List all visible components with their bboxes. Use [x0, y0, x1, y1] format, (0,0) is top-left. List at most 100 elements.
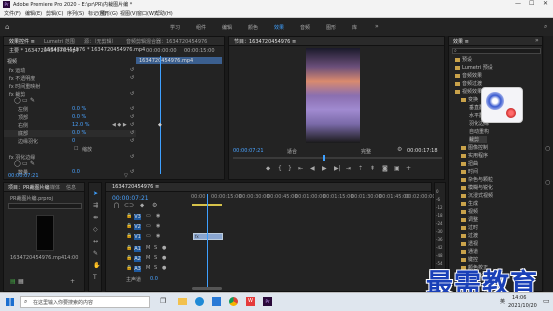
effects-item[interactable]: 透视 [461, 240, 478, 247]
effects-item[interactable]: 视频效果 [455, 88, 482, 95]
workspace-audio[interactable]: 音频 [300, 24, 310, 31]
track-label[interactable]: A1 [134, 246, 141, 252]
effects-item[interactable]: 调整 [461, 216, 478, 223]
effect-row-opacity[interactable]: fx 不透明度 ↺ [4, 75, 136, 82]
effects-item[interactable]: 通道 [461, 248, 478, 255]
solo-icon[interactable]: S [154, 245, 157, 251]
workspace-learn[interactable]: 学习 [170, 24, 180, 31]
new-item-icon[interactable]: + [70, 279, 75, 285]
mic-icon[interactable]: ● [162, 245, 166, 251]
lock-icon[interactable]: 🔒 [126, 245, 132, 251]
track-label[interactable]: V2 [134, 224, 141, 230]
ripple-edit-tool-icon[interactable]: ⇹ [93, 215, 98, 221]
program-timecode[interactable]: 00:00:07:21 [233, 148, 264, 154]
chrome-icon[interactable] [229, 297, 238, 306]
clock-time[interactable]: 14:06 [512, 295, 526, 301]
ec-playhead[interactable] [160, 56, 161, 174]
zoom-checkbox-icon[interactable]: ☐ [74, 146, 78, 152]
reset-icon[interactable]: ↺ [130, 130, 134, 136]
minimize-icon[interactable]: — [515, 0, 521, 7]
effect-row-crop-top[interactable]: 顶部 0.0 % ↺ [4, 114, 136, 121]
linked-selection-icon[interactable]: ⊂⊃ [124, 203, 134, 209]
add-button-icon[interactable]: + [406, 166, 411, 172]
row-value[interactable]: 0.0 % [72, 130, 86, 136]
circle-tool-icon[interactable]: ○ [545, 146, 550, 152]
step-forward-icon[interactable]: ▶| [334, 166, 341, 172]
filter-icon[interactable]: ▽ [124, 173, 128, 179]
more-workspaces-icon[interactable]: » [375, 23, 379, 30]
mute-icon[interactable]: M [146, 265, 150, 271]
type-tool-icon[interactable]: T [93, 275, 97, 281]
menu-edit[interactable]: 编辑(E) [25, 10, 42, 17]
workspace-graphics[interactable]: 图形 [326, 24, 336, 31]
eye-icon[interactable]: ◉ [156, 213, 160, 219]
row-value[interactable]: 12.0 % [72, 122, 89, 128]
media-name[interactable]: 1634720454976.mp4 [10, 255, 64, 261]
effects-item[interactable]: 预设 [455, 56, 472, 63]
effects-item[interactable]: 视频 [461, 208, 478, 215]
tab-lumetri-scopes[interactable]: Lumetri 范围 [44, 38, 75, 45]
effects-item-selected[interactable]: 裁剪 [469, 136, 488, 143]
reset-icon[interactable]: ↺ [130, 67, 134, 73]
media-thumbnail[interactable] [36, 215, 54, 251]
panel-menu-icon[interactable]: » [535, 38, 539, 44]
reset-icon[interactable]: ↺ [130, 91, 134, 97]
ellipse-mask-icon[interactable]: ◯ [14, 161, 21, 167]
mic-icon[interactable]: ● [162, 265, 166, 271]
reset-icon[interactable]: ↺ [130, 75, 134, 81]
ellipse-mask-icon[interactable]: ◯ [14, 98, 21, 104]
quality-dropdown[interactable]: 完整 [361, 148, 371, 155]
pen-mask-icon[interactable]: ✎ [30, 98, 35, 104]
mute-icon[interactable]: M [146, 255, 150, 261]
tab-audio-clip-mixer[interactable]: 音频剪辑混合器：1634720454976 [126, 38, 207, 45]
row-value[interactable]: 0.0 % [72, 106, 86, 112]
selection-tool-icon[interactable]: ➤ [93, 191, 98, 197]
go-to-in-icon[interactable]: ⇤ [298, 166, 303, 172]
effects-item[interactable]: 过时 [461, 224, 478, 231]
fit-dropdown[interactable]: 适合 [287, 148, 297, 155]
menu-sequence[interactable]: 序列(S) [67, 10, 84, 17]
row-value[interactable]: 0.0 [72, 169, 80, 175]
keyframe-diamond-icon[interactable]: ◆ [158, 122, 162, 128]
file-explorer-icon[interactable] [178, 298, 187, 305]
rectangle-mask-icon[interactable]: ▭ [22, 98, 28, 104]
tab-effect-controls[interactable]: 效果控件 ≡ [9, 38, 35, 45]
lock-icon[interactable]: 🔒 [126, 265, 132, 271]
effect-row-time-remap[interactable]: fx 时间重映射 [4, 83, 136, 90]
list-view-icon[interactable]: ▤ [10, 279, 16, 285]
compare-icon[interactable]: ▣ [394, 166, 400, 172]
effects-item[interactable]: 实用程序 [461, 152, 488, 159]
circle-tool-icon[interactable]: ○ [545, 180, 550, 186]
step-back-icon[interactable]: ◀ [310, 166, 315, 172]
master-value[interactable]: 0.0 [150, 276, 158, 282]
edge-browser-icon[interactable] [195, 297, 204, 306]
effects-item[interactable]: 沉浸式视频 [461, 192, 493, 199]
export-frame-icon[interactable]: ◙ [382, 166, 388, 172]
workspace-assembly[interactable]: 组件 [196, 24, 206, 31]
task-view-icon[interactable]: ❐ [160, 297, 166, 305]
track-label[interactable]: V1 [134, 234, 141, 240]
workspace-color[interactable]: 颜色 [248, 24, 258, 31]
store-icon[interactable] [212, 297, 221, 306]
workspace-editing[interactable]: 编辑 [222, 24, 232, 31]
lock-icon[interactable]: 🔒 [126, 255, 132, 261]
floating-app-badge[interactable] [481, 87, 523, 123]
solo-icon[interactable]: S [154, 255, 157, 261]
reset-icon[interactable]: ↺ [130, 154, 134, 160]
row-value[interactable]: 0.0 % [72, 114, 86, 120]
home-icon[interactable]: ⌂ [5, 23, 9, 31]
program-title[interactable]: 节目：1634720454976 ≡ [234, 38, 296, 45]
play-icon[interactable]: ▶ [322, 166, 327, 172]
effects-item[interactable]: 生成 [461, 200, 478, 207]
effect-row-motion[interactable]: fx 运动 ↺ [4, 67, 136, 74]
effects-item[interactable]: 图像控制 [461, 144, 488, 151]
track-label[interactable]: V3 [134, 214, 141, 220]
program-playhead[interactable] [323, 155, 325, 161]
eye-icon[interactable]: ◉ [156, 233, 160, 239]
effects-item[interactable]: 模糊与锐化 [461, 184, 493, 191]
reset-icon[interactable]: ↺ [130, 114, 134, 120]
clock-date[interactable]: 2021/10/20 [508, 303, 537, 309]
close-icon[interactable]: ✕ [543, 0, 548, 7]
ec-current-timecode[interactable]: 00:00:07:21 [8, 173, 39, 179]
effect-row-crop-bottom[interactable]: 底部 0.0 % ↺ [4, 130, 136, 137]
